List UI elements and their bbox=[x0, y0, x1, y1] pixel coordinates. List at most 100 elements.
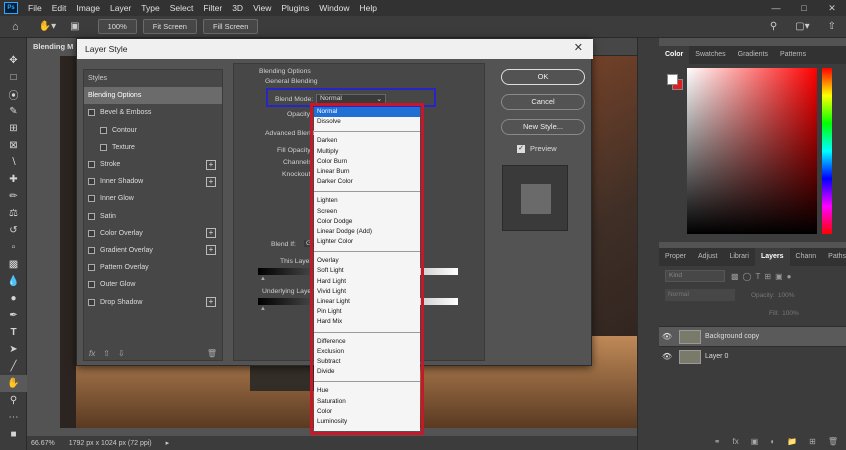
adjustment-icon[interactable]: ◐ bbox=[770, 437, 775, 446]
style-checkbox[interactable] bbox=[88, 109, 95, 117]
style-item-satin[interactable]: Satin bbox=[84, 208, 222, 225]
styles-header[interactable]: Styles bbox=[84, 70, 222, 87]
pen-tool-icon[interactable]: ✒ bbox=[0, 307, 27, 324]
fx-icon[interactable]: fx bbox=[733, 437, 739, 446]
add-effect-icon[interactable]: + bbox=[206, 159, 216, 170]
tab-gradients[interactable]: Gradients bbox=[732, 46, 774, 64]
style-item-bevel-emboss[interactable]: Bevel & Emboss bbox=[84, 104, 222, 121]
more-tools-icon[interactable]: ⋯ bbox=[0, 409, 27, 426]
style-checkbox[interactable] bbox=[88, 264, 95, 272]
maximize-icon[interactable]: □ bbox=[790, 3, 818, 14]
layer-name[interactable]: Layer 0 bbox=[705, 353, 728, 360]
frame-tool-icon[interactable]: ⊠ bbox=[0, 137, 27, 154]
tab-librari[interactable]: Librari bbox=[723, 248, 754, 266]
style-checkbox[interactable] bbox=[100, 143, 107, 151]
new-style-button[interactable]: New Style... bbox=[501, 119, 585, 135]
link-layers-icon[interactable]: ⚭ bbox=[714, 437, 721, 446]
style-checkbox[interactable] bbox=[88, 246, 95, 254]
history-brush-tool-icon[interactable]: ↺ bbox=[0, 222, 27, 239]
close-window-icon[interactable]: ✕ bbox=[818, 3, 846, 14]
style-checkbox[interactable] bbox=[88, 298, 95, 306]
hand-tool-icon[interactable]: ✋▾ bbox=[39, 21, 56, 32]
layer-blend-mode-select[interactable]: Normal bbox=[665, 289, 735, 301]
add-effect-icon[interactable]: + bbox=[206, 176, 216, 187]
fx-menu-icon[interactable]: fx bbox=[89, 349, 95, 358]
visibility-eye-icon[interactable]: 👁 bbox=[659, 332, 675, 341]
menu-plugins[interactable]: Plugins bbox=[276, 3, 314, 13]
move-down-icon[interactable]: ⇩ bbox=[118, 349, 125, 358]
layer-fill-value[interactable]: 100% bbox=[782, 310, 799, 317]
quick-select-tool-icon[interactable]: ✎ bbox=[0, 103, 27, 120]
style-item-gradient-overlay[interactable]: Gradient Overlay + bbox=[84, 242, 222, 259]
tab-paths[interactable]: Paths bbox=[822, 248, 846, 266]
style-item-texture[interactable]: Texture bbox=[84, 139, 222, 156]
tab-swatches[interactable]: Swatches bbox=[689, 46, 731, 64]
mask-icon[interactable]: ▣ bbox=[751, 437, 759, 446]
minimize-icon[interactable]: — bbox=[762, 3, 790, 14]
tab-adjust[interactable]: Adjust bbox=[692, 248, 723, 266]
trash-icon[interactable]: 🗑 bbox=[207, 349, 217, 358]
search-icon[interactable]: ⚲ bbox=[770, 21, 777, 32]
lasso-tool-icon[interactable]: ⦿ bbox=[0, 86, 27, 103]
style-item-inner-glow[interactable]: Inner Glow bbox=[84, 190, 222, 207]
style-item-contour[interactable]: Contour bbox=[84, 122, 222, 139]
brush-tool-icon[interactable]: ✏ bbox=[0, 188, 27, 205]
menu-edit[interactable]: Edit bbox=[47, 3, 72, 13]
style-checkbox[interactable] bbox=[88, 212, 95, 220]
style-checkbox[interactable] bbox=[100, 126, 107, 134]
eraser-tool-icon[interactable]: ▫ bbox=[0, 239, 27, 256]
fit-screen-button[interactable]: Fit Screen bbox=[142, 19, 197, 34]
marquee-tool-icon[interactable]: □ bbox=[0, 69, 27, 86]
style-item-outer-glow[interactable]: Outer Glow bbox=[84, 276, 222, 293]
color-picker-field[interactable] bbox=[687, 68, 817, 234]
tab-patterns[interactable]: Patterns bbox=[774, 46, 812, 64]
style-item-drop-shadow[interactable]: Drop Shadow + bbox=[84, 293, 222, 310]
style-checkbox[interactable] bbox=[88, 229, 95, 237]
crop-tool-icon[interactable]: ⊞ bbox=[0, 120, 27, 137]
style-checkbox[interactable] bbox=[88, 195, 95, 203]
layer-kind-filter[interactable]: Kind bbox=[665, 270, 725, 282]
menu-file[interactable]: File bbox=[23, 3, 47, 13]
preview-checkbox[interactable]: ✓ bbox=[517, 144, 525, 153]
menu-image[interactable]: Image bbox=[71, 3, 105, 13]
move-tool-icon[interactable]: ✥ bbox=[0, 52, 27, 69]
filter-icons[interactable]: ▩◯T⊞▣● bbox=[731, 272, 796, 281]
layer-row-background-copy[interactable]: 👁 Background copy bbox=[659, 326, 846, 346]
menu-help[interactable]: Help bbox=[354, 3, 381, 13]
add-effect-icon[interactable]: + bbox=[206, 228, 216, 239]
style-item-inner-shadow[interactable]: Inner Shadow + bbox=[84, 173, 222, 190]
add-effect-icon[interactable]: + bbox=[206, 245, 216, 256]
color-swatches-icon[interactable]: ■ bbox=[0, 426, 27, 443]
fill-screen-button[interactable]: Fill Screen bbox=[202, 19, 259, 34]
this-layer-left-handle[interactable]: ▲ bbox=[260, 276, 266, 282]
visibility-eye-icon[interactable]: 👁 bbox=[659, 352, 675, 361]
zoom-tool-icon[interactable]: ⚲ bbox=[0, 392, 27, 409]
style-checkbox[interactable] bbox=[88, 281, 95, 289]
close-icon[interactable]: ✕ bbox=[574, 41, 583, 54]
type-tool-icon[interactable]: T bbox=[0, 324, 27, 341]
tab-color[interactable]: Color bbox=[659, 46, 690, 64]
menu-view[interactable]: View bbox=[248, 3, 276, 13]
style-item-blending-options[interactable]: Blending Options bbox=[84, 87, 222, 105]
status-arrow-icon[interactable]: ▸ bbox=[166, 439, 170, 447]
style-item-pattern-overlay[interactable]: Pattern Overlay bbox=[84, 259, 222, 276]
menu-type[interactable]: Type bbox=[136, 3, 164, 13]
home-icon[interactable]: ⌂ bbox=[12, 21, 19, 33]
stamp-tool-icon[interactable]: ⚖ bbox=[0, 205, 27, 222]
layer-opacity-value[interactable]: 100% bbox=[778, 292, 795, 299]
blur-tool-icon[interactable]: 💧 bbox=[0, 273, 27, 290]
menu-layer[interactable]: Layer bbox=[105, 3, 136, 13]
layer-name[interactable]: Background copy bbox=[705, 333, 759, 340]
document-tab[interactable]: Blending M bbox=[27, 38, 80, 56]
path-select-tool-icon[interactable]: ➤ bbox=[0, 341, 27, 358]
menu-select[interactable]: Select bbox=[165, 3, 199, 13]
healing-tool-icon[interactable]: ✚ bbox=[0, 171, 27, 188]
menu-filter[interactable]: Filter bbox=[198, 3, 227, 13]
hand-tool-icon[interactable]: ✋ bbox=[0, 375, 27, 392]
zoom-100-button[interactable]: 100% bbox=[97, 19, 137, 34]
foreground-color-swatch[interactable] bbox=[667, 74, 678, 85]
style-checkbox[interactable] bbox=[88, 178, 95, 186]
line-tool-icon[interactable]: ╱ bbox=[0, 358, 27, 375]
tab-proper[interactable]: Proper bbox=[659, 248, 692, 266]
tab-layers[interactable]: Layers bbox=[754, 248, 790, 266]
